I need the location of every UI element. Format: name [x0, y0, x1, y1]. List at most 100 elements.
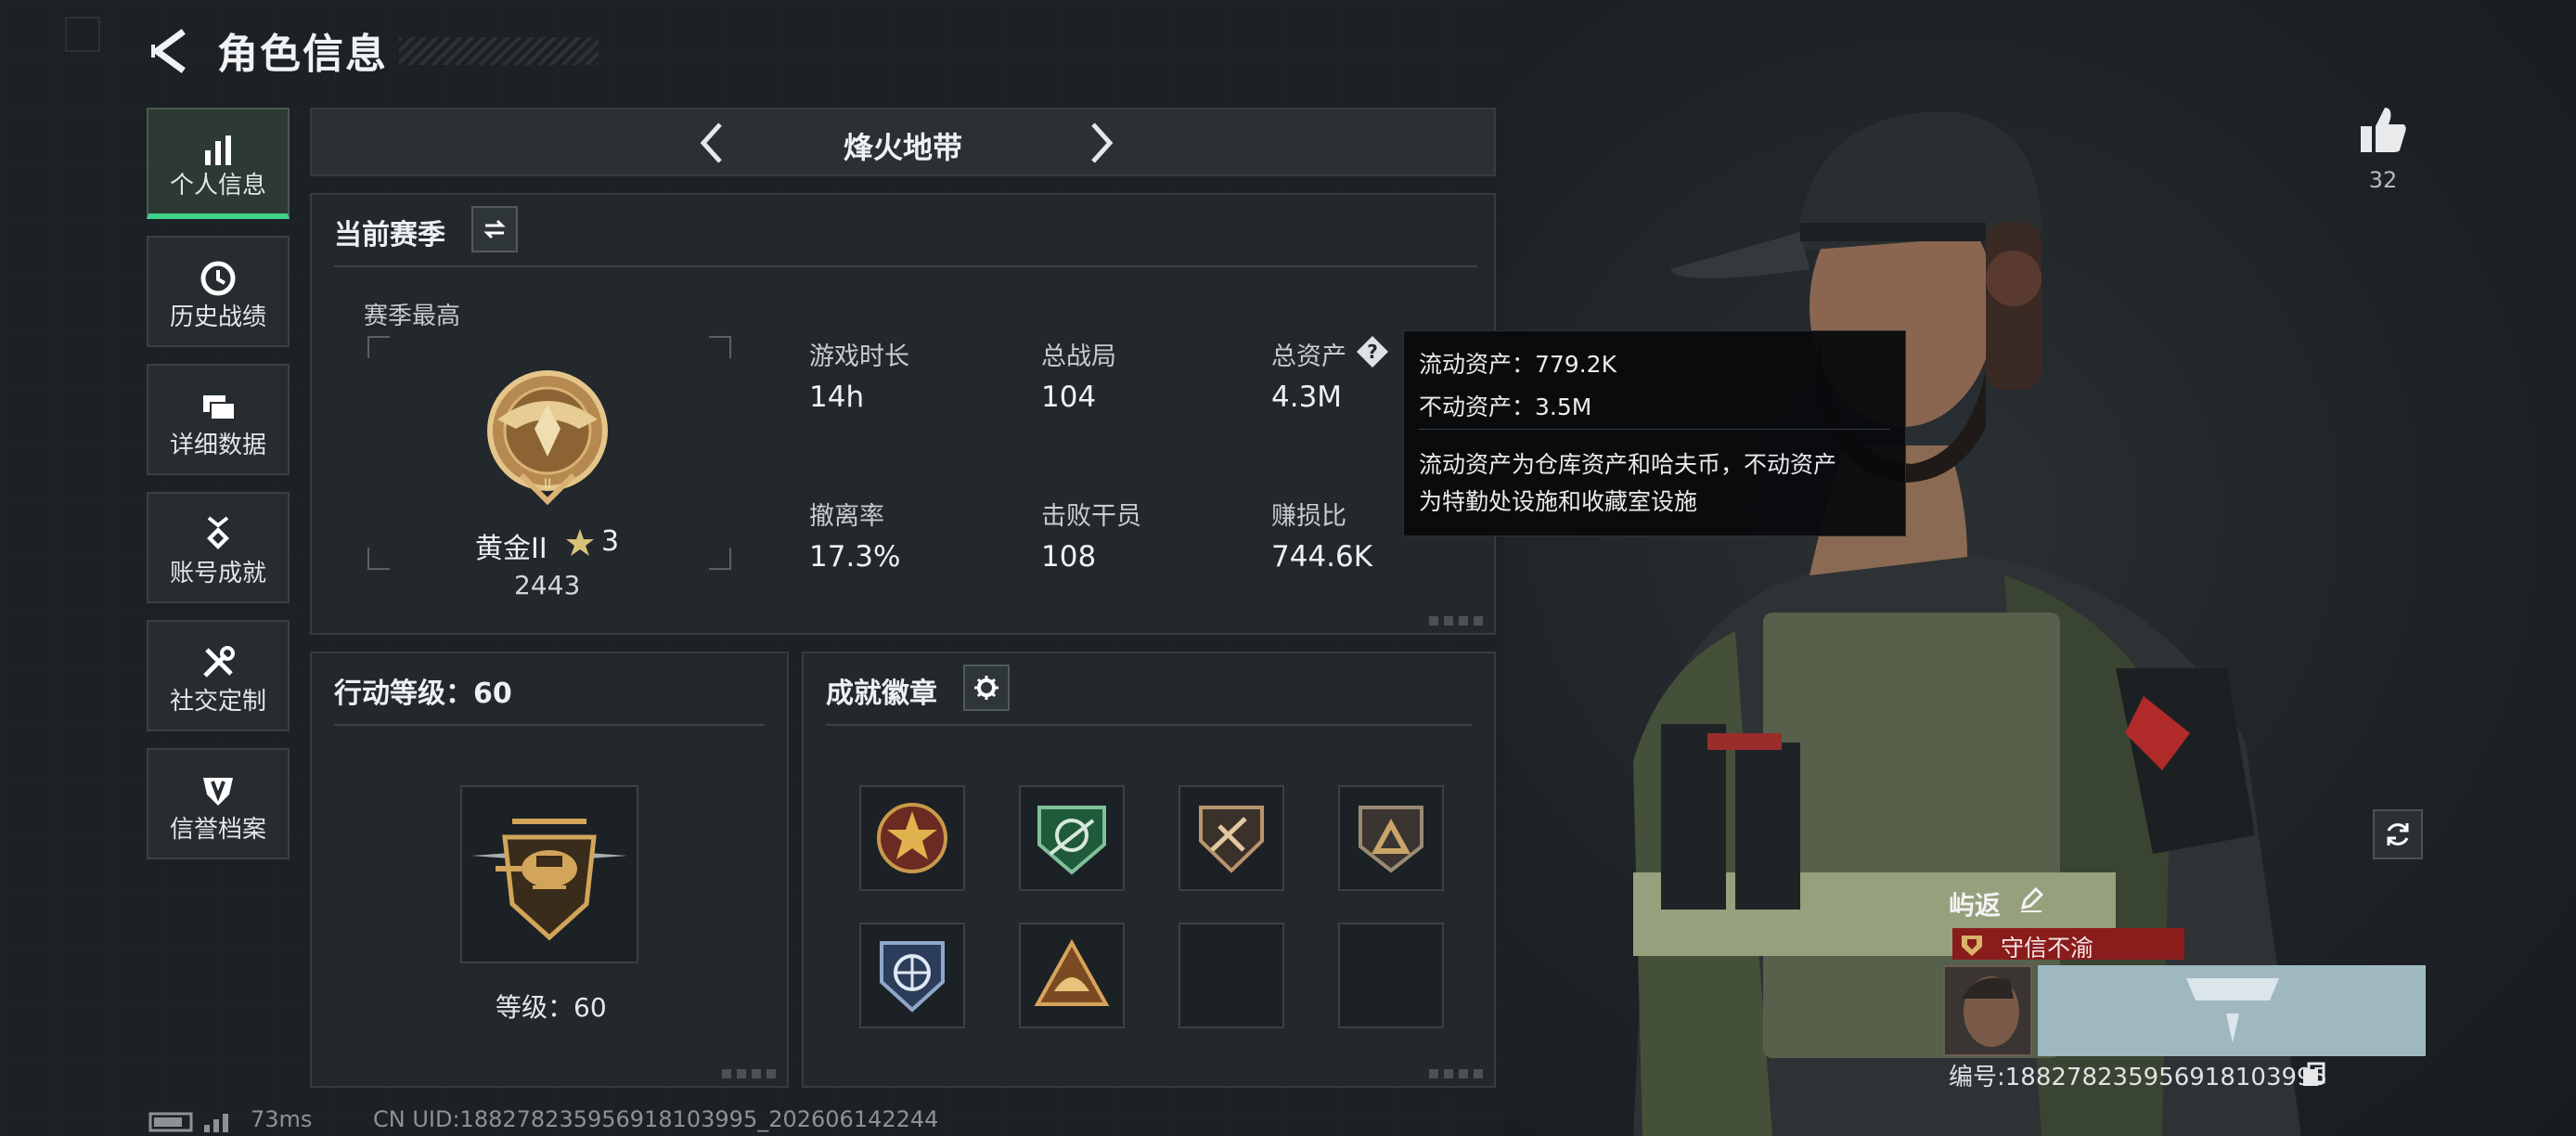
edit-pencil-icon[interactable] [2017, 885, 2045, 913]
rank-name: 黄金II [475, 533, 547, 565]
helicopter-emblem-icon [471, 819, 627, 941]
badges-divider [826, 724, 1472, 726]
thumbs-up-icon[interactable] [2357, 104, 2409, 156]
assets-tooltip: 流动资产：779.2K 不动资产：3.5M 流动资产为仓库资产和哈夫币，不动资产… [1403, 330, 1906, 536]
title-decoration [399, 37, 599, 65]
sidebar-item-label: 历史战绩 [169, 303, 266, 331]
folder-stack-icon [148, 386, 288, 427]
season-best-label: 赛季最高 [364, 303, 461, 330]
corner-decoration [65, 17, 100, 52]
player-uid: 编号:1882782359569181039​95 [1949, 1064, 2328, 1091]
badges-settings-button[interactable] [963, 665, 1010, 711]
stat-label: 赚损比 [1271, 502, 1346, 531]
player-banner [2038, 965, 2426, 1056]
next-mode-button[interactable] [1075, 117, 1127, 169]
medal-icon [148, 514, 288, 555]
svg-text:?: ? [1367, 341, 1378, 363]
empty-badge-slot[interactable] [1179, 923, 1284, 1028]
stat-value: 17.3% [809, 540, 901, 574]
wrench-cross-icon [148, 642, 288, 683]
stat-label: 游戏时长 [809, 342, 909, 371]
badge-slot[interactable] [1019, 923, 1125, 1028]
gold-rank-emblem-icon: II [487, 370, 608, 506]
action-level-title: 行动等级：60 [334, 678, 512, 710]
weapon-badge-icon [1199, 806, 1264, 873]
title-badge: 守信不渝 [1952, 928, 2184, 962]
badge-slot[interactable] [859, 785, 965, 891]
empty-badge-slot[interactable] [1338, 923, 1444, 1028]
rank-stars: 3 [601, 525, 620, 558]
season-title: 当前赛季 [334, 219, 445, 252]
panel-corner-decoration [1429, 616, 1485, 626]
player-name: 屿返 [1949, 890, 2002, 921]
panel-corner-decoration [1429, 1069, 1485, 1078]
sidebar-item-label: 信誉档案 [169, 816, 266, 844]
sidebar-item-achievements[interactable]: 账号成就 [147, 492, 290, 603]
title-badge-text: 守信不渝 [2001, 935, 2094, 962]
sidebar-item-reputation[interactable]: 信誉档案 [147, 748, 290, 859]
refresh-icon [2387, 823, 2409, 846]
banner-logo-icon [2186, 978, 2279, 1043]
bar-chart-icon [148, 130, 288, 171]
globe-badge-icon [880, 941, 945, 1013]
stat-value: 104 [1041, 381, 1097, 414]
stat-value: 744.6K [1271, 540, 1373, 574]
tooltip-fixed-assets: 不动资产：3.5M [1419, 394, 1592, 420]
triangle-badge-icon [1359, 806, 1423, 873]
helmet-badge-icon [1034, 938, 1110, 1006]
sidebar-item-detailed-data[interactable]: 详细数据 [147, 364, 290, 475]
stat-label: 总资产 [1271, 342, 1346, 371]
chevron-right-icon [1091, 123, 1114, 163]
target-badge-icon [1037, 806, 1106, 875]
swap-arrows-icon [483, 219, 506, 239]
help-icon[interactable]: ? [1355, 334, 1390, 369]
stat-label: 击败干员 [1041, 502, 1141, 531]
tooltip-divider [1419, 429, 1890, 430]
tooltip-description-line1: 流动资产为仓库资产和哈夫币，不动资产 [1419, 451, 1837, 478]
svg-text:II: II [544, 477, 551, 492]
sidebar-item-personal-info[interactable]: 个人信息 [147, 108, 290, 219]
player-card: 屿返 守信不渝 [1943, 882, 2426, 1058]
badge-slot[interactable] [1019, 785, 1125, 891]
action-level-divider [334, 724, 765, 726]
season-switch-button[interactable] [471, 206, 518, 252]
level-label: 等级：60 [496, 992, 607, 1023]
battery-signal-icon [148, 1112, 228, 1132]
sidebar-item-label: 社交定制 [169, 688, 266, 716]
back-button[interactable] [144, 26, 200, 78]
sidebar-item-label: 个人信息 [169, 172, 266, 200]
stat-label: 撤离率 [809, 502, 884, 531]
level-emblem-frame [460, 785, 638, 963]
history-clock-icon [148, 258, 288, 299]
tooltip-description-line2: 为特勤处设施和收藏室设施 [1419, 488, 1698, 515]
rank-score: 2443 [514, 570, 581, 600]
title-emblem-icon [1962, 936, 1982, 956]
sidebar-item-label: 账号成就 [169, 560, 266, 587]
tooltip-liquid-assets: 流动资产：779.2K [1419, 351, 1616, 378]
stat-value: 108 [1041, 540, 1097, 574]
sidebar-item-history[interactable]: 历史战绩 [147, 236, 290, 347]
back-arrow-icon [151, 29, 186, 73]
panel-corner-decoration [722, 1069, 778, 1078]
avatar-portrait-icon [1962, 976, 2019, 1047]
badge-slot[interactable] [1338, 785, 1444, 891]
player-avatar[interactable] [1943, 965, 2032, 1056]
like-count: 32 [2368, 167, 2398, 193]
sidebar-item-social-custom[interactable]: 社交定制 [147, 620, 290, 731]
mode-selector: 烽火地带 [310, 108, 1496, 176]
stat-value: 14h [809, 381, 865, 414]
gear-icon [974, 676, 998, 700]
badge-slot[interactable] [859, 923, 965, 1028]
copy-icon[interactable] [2301, 1062, 2325, 1088]
network-ping: 73ms [251, 1106, 313, 1132]
cn-uid: CN UID:1882782359569181039​95_2026061422… [373, 1106, 939, 1132]
star-badge-icon [877, 803, 947, 873]
shield-emblem-icon [148, 770, 288, 811]
badges-title: 成就徽章 [826, 678, 937, 710]
stat-label: 总战局 [1041, 342, 1116, 371]
badge-slot[interactable] [1179, 785, 1284, 891]
refresh-button[interactable] [2373, 809, 2423, 859]
season-divider [334, 265, 1477, 267]
sidebar-item-label: 详细数据 [169, 432, 266, 459]
stat-value: 4.3M [1271, 381, 1343, 414]
